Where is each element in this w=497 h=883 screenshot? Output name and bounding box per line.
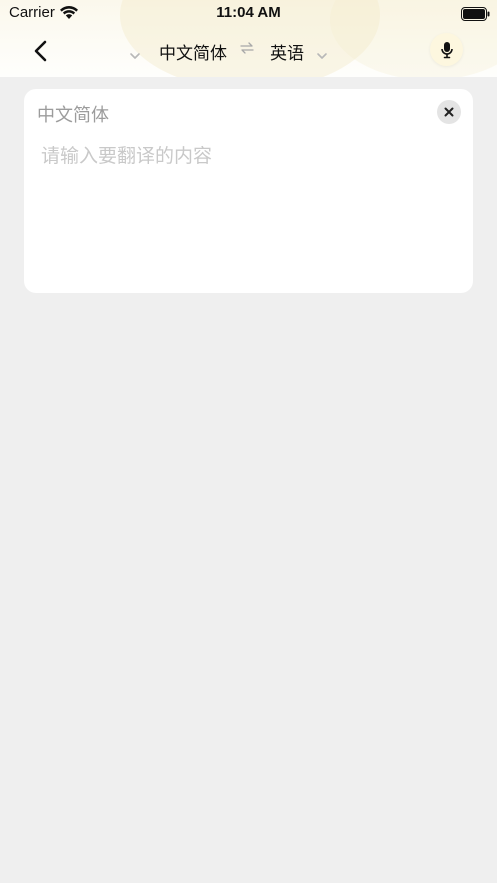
back-button[interactable]	[28, 38, 54, 64]
translation-text-input[interactable]	[41, 141, 451, 271]
chevron-down-icon[interactable]	[316, 45, 328, 64]
clear-input-button[interactable]	[437, 100, 461, 124]
microphone-icon	[440, 41, 453, 58]
status-bar: Carrier 11:04 AM	[0, 0, 497, 26]
chevron-down-icon[interactable]	[129, 45, 141, 64]
source-language-selector[interactable]: 中文简体	[159, 39, 227, 64]
nav-bar: 中文简体 英语	[0, 26, 497, 76]
chevron-left-icon	[34, 40, 47, 62]
battery-icon	[461, 6, 490, 25]
top-header: Carrier 11:04 AM 中文简体 英语	[0, 0, 497, 77]
translation-input-card: 中文简体	[24, 89, 473, 293]
status-time: 11:04 AM	[216, 4, 281, 21]
voice-input-button[interactable]	[430, 33, 463, 66]
input-language-label: 中文简体	[37, 105, 109, 126]
close-icon	[444, 107, 454, 117]
target-language-selector[interactable]: 英语	[270, 39, 304, 64]
swap-languages-icon[interactable]	[240, 42, 254, 58]
